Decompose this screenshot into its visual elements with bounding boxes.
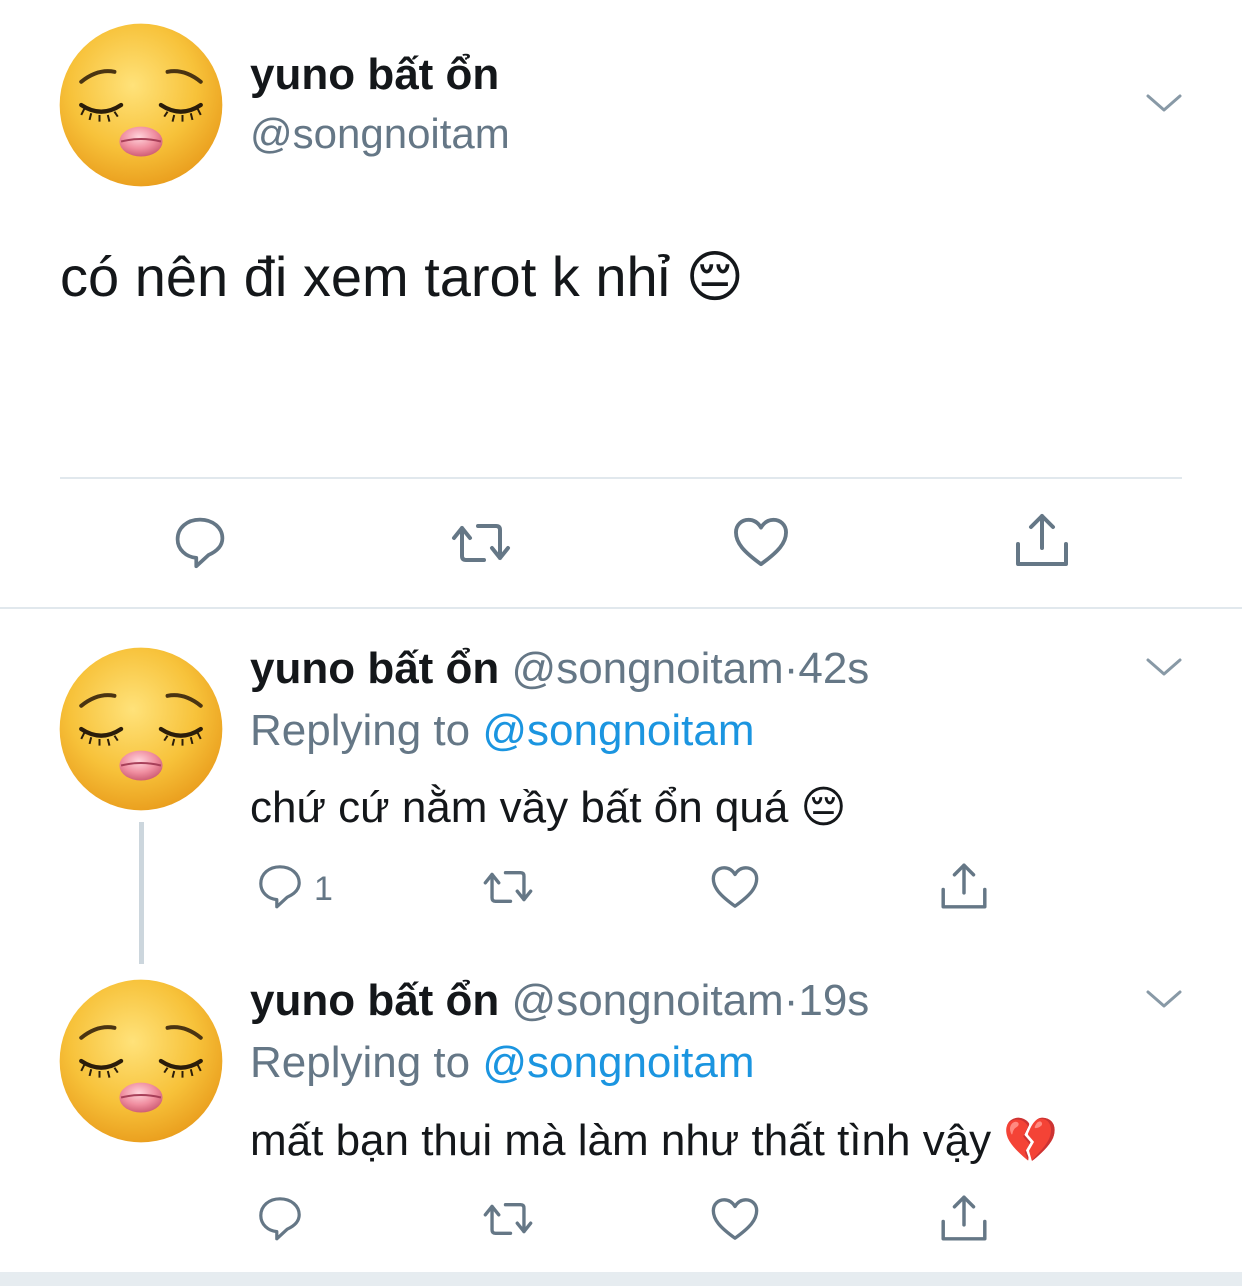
handle[interactable]: @songnoitam xyxy=(512,976,784,1025)
reply-count: 1 xyxy=(314,870,333,908)
retweet-icon xyxy=(478,1198,538,1240)
share-icon xyxy=(1012,510,1072,570)
like-icon xyxy=(710,864,760,910)
retweet-button[interactable] xyxy=(446,518,516,568)
tweet-text: chứ cứ nằm vầy bất ổn quá 😔 xyxy=(250,782,846,833)
bottom-bar xyxy=(0,1272,1242,1286)
reply-button[interactable] xyxy=(172,514,228,570)
dot-separator: · xyxy=(783,644,799,693)
tweet-body: chứ cứ nằm vầy bất ổn quá xyxy=(250,783,789,832)
like-button[interactable] xyxy=(732,516,790,568)
like-icon xyxy=(732,516,790,568)
chevron-down-icon[interactable] xyxy=(1144,986,1184,1012)
display-name[interactable]: yuno bất ổn xyxy=(250,976,499,1025)
reply-icon xyxy=(172,514,228,570)
timestamp[interactable]: 42s xyxy=(798,644,869,693)
handle[interactable]: @songnoitam xyxy=(250,110,510,158)
dot-separator: · xyxy=(783,976,799,1025)
tweet-text: mất bạn thui mà làm như thất tình vậy 💔 xyxy=(250,1114,1058,1166)
retweet-button[interactable] xyxy=(478,1198,538,1240)
retweet-icon xyxy=(478,866,538,908)
display-name[interactable]: yuno bất ổn xyxy=(250,50,499,100)
like-button[interactable] xyxy=(710,1196,760,1242)
replying-handle[interactable]: @songnoitam xyxy=(482,1038,754,1087)
pensive-emoji: 😔 xyxy=(685,245,745,308)
replying-to: Replying to @songnoitam xyxy=(250,1038,755,1088)
tweet-header: yuno bất ổn @songnoitam·19s xyxy=(250,976,869,1026)
replying-label: Replying to xyxy=(250,706,471,755)
chevron-down-icon[interactable] xyxy=(1144,654,1184,680)
tweet-text: có nên đi xem tarot k nhỉ 😔 xyxy=(60,244,744,310)
tweet-body: mất bạn thui mà làm như thất tình vậy xyxy=(250,1116,992,1165)
replying-label: Replying to xyxy=(250,1038,471,1087)
replying-to: Replying to @songnoitam xyxy=(250,706,755,756)
divider xyxy=(60,477,1182,479)
broken-heart-emoji: 💔 xyxy=(1003,1116,1059,1165)
share-icon xyxy=(938,1192,990,1244)
avatar[interactable] xyxy=(58,646,224,812)
replying-handle[interactable]: @songnoitam xyxy=(482,706,754,755)
thread-line xyxy=(139,822,144,964)
reply-button[interactable] xyxy=(256,862,304,910)
chevron-down-icon[interactable] xyxy=(1144,90,1184,116)
handle[interactable]: @songnoitam xyxy=(512,644,784,693)
avatar[interactable] xyxy=(58,978,224,1144)
retweet-button[interactable] xyxy=(478,866,538,908)
pensive-emoji: 😔 xyxy=(800,783,847,832)
share-icon xyxy=(938,860,990,912)
share-button[interactable] xyxy=(1012,510,1072,570)
reply-icon xyxy=(256,1194,304,1242)
display-name[interactable]: yuno bất ổn xyxy=(250,644,499,693)
like-button[interactable] xyxy=(710,864,760,910)
retweet-icon xyxy=(446,518,516,568)
avatar[interactable] xyxy=(58,22,224,188)
like-icon xyxy=(710,1196,760,1242)
reply-button[interactable] xyxy=(256,1194,304,1242)
tweet-header: yuno bất ổn @songnoitam·42s xyxy=(250,644,869,694)
timestamp[interactable]: 19s xyxy=(798,976,869,1025)
pensive-face-icon xyxy=(58,22,224,188)
pensive-face-icon xyxy=(58,646,224,812)
reply-icon xyxy=(256,862,304,910)
pensive-face-icon xyxy=(58,978,224,1144)
share-button[interactable] xyxy=(938,1192,990,1244)
section-divider xyxy=(0,607,1242,609)
tweet-body: có nên đi xem tarot k nhỉ xyxy=(60,245,671,308)
share-button[interactable] xyxy=(938,860,990,912)
